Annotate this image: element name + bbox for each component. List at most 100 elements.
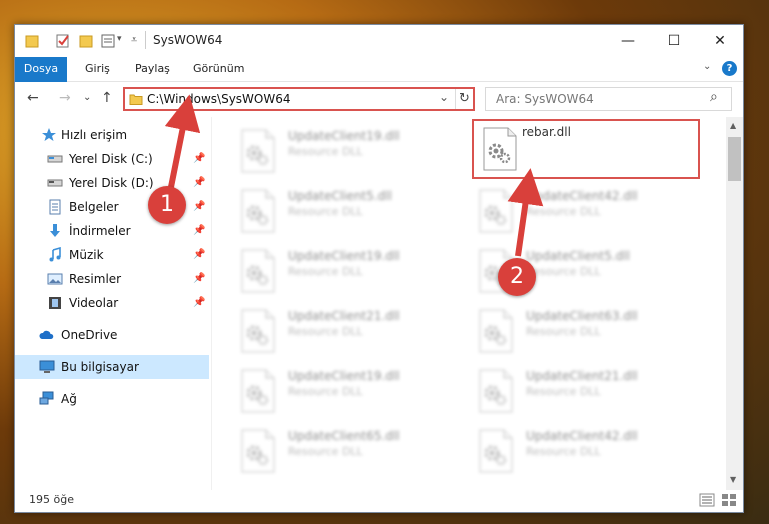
pin-icon[interactable]: 📌 (193, 171, 205, 195)
file-item[interactable]: UpdateClient42.dll Resource DLL (470, 423, 685, 479)
pin-icon[interactable]: 📌 (193, 147, 205, 171)
tab-home[interactable]: Giriş (73, 57, 122, 81)
sidebar-item-label: Yerel Disk (D:) (69, 176, 154, 190)
file-item[interactable]: UpdateClient19.dll Resource DLL (232, 123, 447, 179)
file-item-highlighted[interactable]: rebar.dll (472, 119, 700, 179)
file-name: rebar.dll (522, 125, 571, 139)
sidebar-item-local-disk-c[interactable]: Yerel Disk (C:) 📌 (15, 147, 209, 171)
file-name: UpdateClient21.dll (288, 309, 400, 323)
file-item[interactable]: UpdateClient19.dll Resource DLL (232, 363, 447, 419)
file-name: UpdateClient65.dll (288, 429, 400, 443)
dll-file-icon (483, 127, 517, 171)
maximize-button[interactable]: ☐ (651, 25, 697, 57)
file-list: UpdateClient19.dll Resource DLL UpdateClie… (212, 117, 726, 490)
music-icon (49, 247, 61, 262)
cloud-icon (39, 330, 54, 339)
file-type: Resource DLL (288, 205, 363, 218)
tab-share[interactable]: Paylaş (123, 57, 182, 81)
vertical-scrollbar[interactable]: ▲ ▼ (726, 117, 743, 490)
status-bar: 195 öğe (15, 490, 743, 512)
sidebar-item-quick-access[interactable]: Hızlı erişim (15, 123, 209, 147)
sidebar-item-label: Müzik (69, 248, 104, 262)
up-button[interactable]: ↑ (101, 90, 113, 106)
file-name: UpdateClient42.dll (526, 189, 638, 203)
videos-icon (49, 297, 61, 309)
dll-file-icon (241, 249, 275, 293)
ribbon-tabs: Dosya Giriş Paylaş Görünüm ⌄ ? (15, 57, 743, 113)
search-placeholder: Ara: SysWOW64 (496, 92, 594, 106)
file-type: Resource DLL (288, 385, 363, 398)
sidebar-item-label: Ağ (61, 392, 77, 406)
address-bar[interactable]: C:\Windows\SysWOW64 ⌄ ↻ (123, 87, 475, 111)
qa-dropdown-icon[interactable]: ▾ (117, 34, 122, 44)
sidebar-item-label: Yerel Disk (C:) (69, 152, 153, 166)
expand-ribbon-icon[interactable]: ⌄ (703, 61, 711, 72)
dll-file-icon (241, 129, 275, 173)
network-icon (39, 391, 54, 405)
close-button[interactable]: ✕ (697, 25, 743, 57)
file-item[interactable]: UpdateClient19.dll Resource DLL (232, 243, 447, 299)
sidebar-item-network[interactable]: Ağ (15, 387, 209, 411)
scroll-down-icon[interactable]: ▼ (730, 475, 736, 484)
details-view-icon[interactable] (699, 493, 715, 507)
tab-view[interactable]: Görünüm (181, 57, 256, 81)
help-icon[interactable]: ? (722, 61, 737, 76)
file-item[interactable]: UpdateClient21.dll Resource DLL (470, 363, 685, 419)
dll-file-icon (241, 189, 275, 233)
sidebar-item-this-pc[interactable]: Bu bilgisayar (15, 355, 209, 379)
refresh-button[interactable]: ↻ (459, 91, 470, 106)
back-button[interactable]: ← (27, 90, 39, 106)
pin-icon[interactable]: 📌 (193, 267, 205, 291)
large-icons-view-icon[interactable] (721, 493, 737, 507)
scroll-up-icon[interactable]: ▲ (730, 121, 736, 130)
file-item[interactable]: UpdateClient5.dll Resource DLL (232, 183, 447, 239)
sidebar-item-music[interactable]: Müzik 📌 (15, 243, 209, 267)
folder-icon (129, 94, 143, 105)
dll-file-icon (241, 369, 275, 413)
window-title: SysWOW64 (153, 33, 223, 47)
file-type: Resource DLL (526, 445, 601, 458)
pin-icon[interactable]: 📌 (193, 195, 205, 219)
file-type: Resource DLL (288, 145, 363, 158)
forward-button[interactable]: → (59, 90, 71, 106)
file-name: UpdateClient19.dll (288, 369, 400, 383)
customize-qa-icon[interactable]: ⩡ (131, 33, 137, 47)
folder-icon (25, 35, 39, 48)
dll-file-icon (479, 429, 513, 473)
sidebar-item-label: Bu bilgisayar (61, 360, 139, 374)
sidebar-item-label: İndirmeler (69, 224, 131, 238)
title-bar: ▾ ⩡ SysWOW64 — ☐ ✕ (15, 25, 743, 57)
pin-icon[interactable]: 📌 (193, 291, 205, 315)
file-name: UpdateClient19.dll (288, 129, 400, 143)
computer-icon (39, 360, 55, 373)
sidebar-item-videos[interactable]: Videolar 📌 (15, 291, 209, 315)
file-item[interactable]: UpdateClient21.dll Resource DLL (232, 303, 447, 359)
view-options-icon[interactable] (101, 33, 115, 49)
pin-icon[interactable]: 📌 (193, 243, 205, 267)
file-name: UpdateClient19.dll (288, 249, 400, 263)
dll-file-icon (479, 369, 513, 413)
minimize-button[interactable]: — (605, 25, 651, 57)
file-type: Resource DLL (288, 325, 363, 338)
documents-icon (49, 199, 61, 215)
search-input[interactable]: Ara: SysWOW64 ⌕ (485, 87, 732, 111)
new-folder-icon[interactable] (79, 33, 93, 49)
file-type: Resource DLL (288, 445, 363, 458)
file-item[interactable]: UpdateClient42.dll Resource DLL (470, 183, 685, 239)
file-name: UpdateClient5.dll (288, 189, 392, 203)
file-type: Resource DLL (526, 265, 601, 278)
sidebar-item-onedrive[interactable]: OneDrive (15, 323, 209, 347)
recent-locations-button[interactable]: ⌄ (83, 92, 91, 103)
address-dropdown-icon[interactable]: ⌄ (439, 90, 449, 104)
search-icon[interactable]: ⌕ (710, 89, 718, 105)
pictures-icon (47, 273, 63, 285)
properties-icon[interactable] (55, 33, 71, 49)
step-badge-2: 2 (498, 258, 536, 296)
pin-icon[interactable]: 📌 (193, 219, 205, 243)
sidebar-item-downloads[interactable]: İndirmeler 📌 (15, 219, 209, 243)
navigation-pane: Hızlı erişim Yerel Disk (C:) 📌 Yerel Dis… (15, 117, 212, 490)
file-item[interactable]: UpdateClient65.dll Resource DLL (232, 423, 447, 479)
sidebar-item-pictures[interactable]: Resimler 📌 (15, 267, 209, 291)
scrollbar-thumb[interactable] (728, 137, 741, 181)
file-item[interactable]: UpdateClient63.dll Resource DLL (470, 303, 685, 359)
